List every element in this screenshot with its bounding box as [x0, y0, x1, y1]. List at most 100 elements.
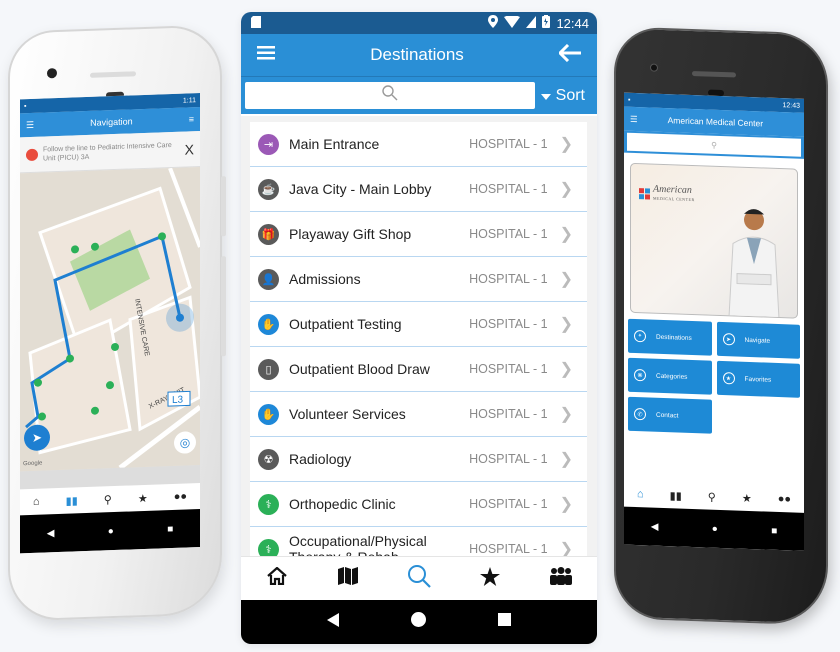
destination-name: Orthopedic Clinic [289, 496, 396, 512]
search-icon [382, 85, 398, 106]
back-arrow-icon[interactable] [557, 43, 581, 67]
back-icon[interactable]: ◀ [47, 528, 55, 539]
tile-label: Contact [656, 411, 679, 420]
hamburger-icon[interactable]: ☰ [26, 119, 34, 130]
gift-icon: 🎁 [258, 223, 279, 245]
favorites-tab-icon[interactable]: ★ [742, 491, 752, 504]
destination-floor: HOSPITAL - 1 [469, 497, 548, 511]
favorites-tab-icon[interactable]: ★ [138, 491, 148, 504]
search-icon: ⚲ [711, 140, 717, 150]
home-tab-icon[interactable]: ⌂ [637, 488, 644, 500]
destination-name: Outpatient Blood Draw [289, 361, 430, 377]
power-button [221, 256, 226, 357]
tab-search[interactable] [399, 564, 439, 594]
recents-icon[interactable]: ■ [771, 525, 777, 536]
destination-row[interactable]: ☕ Java City - Main Lobby HOSPITAL - 1 ❯ [250, 167, 587, 212]
tab-people[interactable] [541, 564, 581, 594]
home-circle-icon[interactable] [411, 612, 426, 632]
volume-button [221, 176, 226, 237]
tile-contact[interactable]: ✆ Contact [628, 396, 712, 434]
map-icon [337, 567, 358, 590]
chevron-right-icon: ❯ [559, 451, 573, 468]
chevron-right-icon: ❯ [559, 361, 573, 378]
location-icon [488, 15, 499, 31]
right-phone-device: ▪ 12:43 ☰ American Medical Center ⚲ Amer… [614, 26, 828, 626]
map-canvas: INTENSIVE CARE X-RAY UNIT L3 [20, 167, 200, 472]
destination-row[interactable]: ✋ Volunteer Services HOSPITAL - 1 ❯ [250, 392, 587, 437]
chevron-right-icon: ❯ [559, 136, 573, 153]
left-phone-device: ▪ 1:11 ☰ Navigation ≡ Follow the line to… [8, 24, 226, 622]
status-time: 12:44 [556, 15, 589, 31]
search-tab-icon[interactable]: ⚲ [104, 493, 112, 506]
destination-name: Playaway Gift Shop [289, 226, 412, 242]
hamburger-icon[interactable]: ☰ [630, 113, 638, 124]
recents-icon[interactable]: ■ [167, 523, 173, 534]
destination-row[interactable]: ⇥ Main Entrance HOSPITAL - 1 ❯ [250, 122, 587, 167]
chevron-right-icon: ❯ [559, 316, 573, 333]
tab-favorites[interactable] [470, 564, 510, 594]
people-icon [550, 567, 573, 590]
app-title: American Medical Center [667, 115, 764, 129]
search-input[interactable]: ⚲ [627, 132, 801, 157]
chevron-right-icon: ❯ [559, 226, 573, 243]
status-time: 1:11 [182, 96, 196, 105]
destination-floor: HOSPITAL - 1 [469, 137, 548, 151]
search-tab-icon[interactable]: ⚲ [708, 490, 716, 503]
tab-home[interactable] [257, 564, 297, 594]
chevron-right-icon: ❯ [559, 271, 573, 288]
navigation-screen: ▪ 1:11 ☰ Navigation ≡ Follow the line to… [20, 93, 200, 554]
destination-row[interactable]: ⚕ Occupational/Physical Therapy & Rehab. H… [250, 527, 587, 556]
chevron-right-icon: ❯ [559, 181, 573, 198]
tab-map[interactable] [328, 564, 368, 594]
hero-banner: American MEDICAL CENTER [630, 162, 798, 319]
destination-floor: HOSPITAL - 1 [469, 182, 548, 196]
people-tab-icon[interactable]: ●● [174, 490, 187, 502]
map-tab-icon[interactable]: ▮▮ [66, 494, 78, 507]
hamburger-icon[interactable] [257, 45, 275, 65]
tile-label: Categories [656, 372, 688, 381]
destination-floor: HOSPITAL - 1 [469, 227, 548, 241]
filter-icon[interactable]: ≡ [189, 114, 194, 124]
status-time: 12:43 [782, 101, 800, 110]
indoor-map[interactable]: INTENSIVE CARE X-RAY UNIT L3 ➤ ◎ Google [20, 167, 200, 472]
signal-icon [526, 15, 537, 31]
destination-row[interactable]: ✋ Outpatient Testing HOSPITAL - 1 ❯ [250, 302, 587, 347]
back-icon[interactable] [327, 612, 339, 632]
person-icon: 👤 [258, 268, 279, 290]
destination-floor: HOSPITAL - 1 [469, 407, 548, 421]
home-icon [266, 566, 287, 590]
system-nav-bar: ◀ ● ■ [20, 509, 200, 554]
logo-mark [639, 187, 650, 200]
tile-navigate[interactable]: ➤ Navigate [716, 321, 800, 359]
tile-categories[interactable]: ❋ Categories [628, 357, 712, 395]
home-circle-icon[interactable]: ● [108, 526, 114, 537]
caret-down-icon [540, 87, 551, 105]
destinations-screen: 12:44 Destinations Sort ⇥ Main Entrance … [241, 12, 597, 644]
direction-text: Follow the line to Pediatric Intensive C… [43, 141, 172, 163]
sort-button[interactable]: Sort [540, 87, 593, 105]
system-nav-bar: ◀ ● ■ [624, 506, 804, 551]
destination-row[interactable]: ▯ Outpatient Blood Draw HOSPITAL - 1 ❯ [250, 347, 587, 392]
front-camera [47, 68, 57, 79]
speaker-grille [90, 71, 136, 78]
tile-favorites[interactable]: ★ Favorites [716, 360, 800, 398]
bottom-nav [241, 556, 597, 600]
destination-row[interactable]: 🎁 Playaway Gift Shop HOSPITAL - 1 ❯ [250, 212, 587, 257]
recents-icon[interactable] [498, 613, 511, 631]
app-title: Destinations [370, 45, 464, 64]
destination-floor: HOSPITAL - 1 [469, 272, 548, 286]
people-tab-icon[interactable]: ●● [778, 493, 791, 505]
destination-row[interactable]: 👤 Admissions HOSPITAL - 1 ❯ [250, 257, 587, 302]
app-title: Navigation [90, 116, 133, 128]
home-circle-icon[interactable]: ● [712, 523, 718, 534]
map-tab-icon[interactable]: ▮▮ [670, 489, 682, 502]
destination-row[interactable]: ☢ Radiology HOSPITAL - 1 ❯ [250, 437, 587, 482]
tile-destinations[interactable]: ⌖ Destinations [628, 318, 712, 356]
close-icon[interactable]: X [185, 141, 194, 157]
home-tab-icon[interactable]: ⌂ [33, 496, 40, 508]
hand-icon: ✋ [258, 403, 279, 425]
destination-row[interactable]: ⚕ Orthopedic Clinic HOSPITAL - 1 ❯ [250, 482, 587, 527]
search-input[interactable] [245, 82, 535, 109]
chevron-right-icon: ❯ [559, 541, 573, 556]
back-icon[interactable]: ◀ [651, 521, 659, 532]
